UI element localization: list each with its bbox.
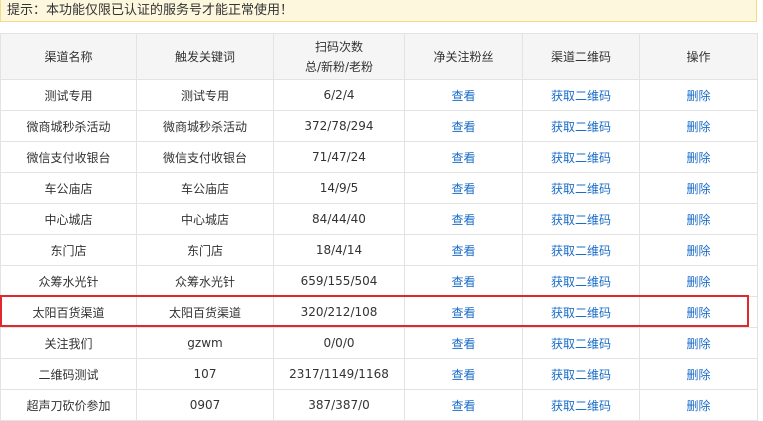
- table-row: 太阳百货渠道 太阳百货渠道 320/212/108 查看 获取二维码 删除: [0, 296, 758, 328]
- get-qrcode-link[interactable]: 获取二维码: [522, 327, 640, 359]
- delete-link[interactable]: 删除: [639, 358, 758, 390]
- trigger-keyword-cell: 微信支付收银台: [136, 141, 274, 173]
- header-scan-count: 扫码次数 总/新粉/老粉: [273, 33, 405, 80]
- trigger-keyword-cell: 0907: [136, 389, 274, 421]
- scan-count-cell: 6/2/4: [273, 79, 405, 111]
- trigger-keyword-cell: 车公庙店: [136, 172, 274, 204]
- channel-name-cell: 中心城店: [0, 203, 137, 235]
- view-fans-link[interactable]: 查看: [404, 265, 523, 297]
- view-fans-link[interactable]: 查看: [404, 203, 523, 235]
- table-row: 微信支付收银台 微信支付收银台 71/47/24 查看 获取二维码 删除: [0, 141, 758, 173]
- scan-count-cell: 0/0/0: [273, 327, 405, 359]
- view-fans-link[interactable]: 查看: [404, 358, 523, 390]
- delete-link[interactable]: 删除: [639, 141, 758, 173]
- delete-link[interactable]: 删除: [639, 265, 758, 297]
- get-qrcode-link[interactable]: 获取二维码: [522, 79, 640, 111]
- trigger-keyword-cell: 中心城店: [136, 203, 274, 235]
- delete-link[interactable]: 删除: [639, 296, 758, 328]
- channel-name-cell: 众筹水光针: [0, 265, 137, 297]
- view-fans-link[interactable]: 查看: [404, 296, 523, 328]
- get-qrcode-link[interactable]: 获取二维码: [522, 358, 640, 390]
- scan-count-cell: 320/212/108: [273, 296, 405, 328]
- table-row: 中心城店 中心城店 84/44/40 查看 获取二维码 删除: [0, 203, 758, 235]
- trigger-keyword-cell: 测试专用: [136, 79, 274, 111]
- delete-link[interactable]: 删除: [639, 110, 758, 142]
- table-row: 二维码测试 107 2317/1149/1168 查看 获取二维码 删除: [0, 358, 758, 390]
- view-fans-link[interactable]: 查看: [404, 110, 523, 142]
- table-row: 微商城秒杀活动 微商城秒杀活动 372/78/294 查看 获取二维码 删除: [0, 110, 758, 142]
- get-qrcode-link[interactable]: 获取二维码: [522, 296, 640, 328]
- header-channel-name: 渠道名称: [0, 33, 137, 80]
- delete-link[interactable]: 删除: [639, 203, 758, 235]
- scan-count-cell: 372/78/294: [273, 110, 405, 142]
- get-qrcode-link[interactable]: 获取二维码: [522, 389, 640, 421]
- channel-name-cell: 超声刀砍价参加: [0, 389, 137, 421]
- delete-link[interactable]: 删除: [639, 234, 758, 266]
- header-channel-qrcode: 渠道二维码: [522, 33, 640, 80]
- view-fans-link[interactable]: 查看: [404, 141, 523, 173]
- scan-count-cell: 84/44/40: [273, 203, 405, 235]
- scan-count-cell: 659/155/504: [273, 265, 405, 297]
- get-qrcode-link[interactable]: 获取二维码: [522, 110, 640, 142]
- trigger-keyword-cell: 微商城秒杀活动: [136, 110, 274, 142]
- scan-count-cell: 14/9/5: [273, 172, 405, 204]
- channel-name-cell: 关注我们: [0, 327, 137, 359]
- notice-banner: 提示：本功能仅限已认证的服务号才能正常使用！: [0, 0, 757, 22]
- channel-name-cell: 太阳百货渠道: [0, 296, 137, 328]
- channel-name-cell: 微信支付收银台: [0, 141, 137, 173]
- header-action: 操作: [639, 33, 758, 80]
- table-row: 车公庙店 车公庙店 14/9/5 查看 获取二维码 删除: [0, 172, 758, 204]
- scan-count-cell: 18/4/14: [273, 234, 405, 266]
- header-scan-count-title: 扫码次数: [314, 39, 363, 54]
- channel-table: 渠道名称 触发关键词 扫码次数 总/新粉/老粉 净关注粉丝 渠道二维码 操作 测…: [0, 33, 758, 421]
- view-fans-link[interactable]: 查看: [404, 327, 523, 359]
- delete-link[interactable]: 删除: [639, 389, 758, 421]
- trigger-keyword-cell: 太阳百货渠道: [136, 296, 274, 328]
- table-row: 关注我们 gzwm 0/0/0 查看 获取二维码 删除: [0, 327, 758, 359]
- view-fans-link[interactable]: 查看: [404, 389, 523, 421]
- scan-count-cell: 387/387/0: [273, 389, 405, 421]
- trigger-keyword-cell: 107: [136, 358, 274, 390]
- scan-count-cell: 2317/1149/1168: [273, 358, 405, 390]
- get-qrcode-link[interactable]: 获取二维码: [522, 234, 640, 266]
- header-net-fans: 净关注粉丝: [404, 33, 523, 80]
- table-row: 测试专用 测试专用 6/2/4 查看 获取二维码 删除: [0, 79, 758, 111]
- channel-name-cell: 车公庙店: [0, 172, 137, 204]
- table-row: 东门店 东门店 18/4/14 查看 获取二维码 删除: [0, 234, 758, 266]
- trigger-keyword-cell: 众筹水光针: [136, 265, 274, 297]
- get-qrcode-link[interactable]: 获取二维码: [522, 203, 640, 235]
- view-fans-link[interactable]: 查看: [404, 234, 523, 266]
- channel-name-cell: 二维码测试: [0, 358, 137, 390]
- trigger-keyword-cell: gzwm: [136, 327, 274, 359]
- channel-name-cell: 微商城秒杀活动: [0, 110, 137, 142]
- get-qrcode-link[interactable]: 获取二维码: [522, 265, 640, 297]
- channel-name-cell: 东门店: [0, 234, 137, 266]
- delete-link[interactable]: 删除: [639, 327, 758, 359]
- channel-name-cell: 测试专用: [0, 79, 137, 111]
- table-row: 超声刀砍价参加 0907 387/387/0 查看 获取二维码 删除: [0, 389, 758, 421]
- delete-link[interactable]: 删除: [639, 79, 758, 111]
- table-row: 众筹水光针 众筹水光针 659/155/504 查看 获取二维码 删除: [0, 265, 758, 297]
- header-scan-count-subtitle: 总/新粉/老粉: [304, 59, 374, 74]
- view-fans-link[interactable]: 查看: [404, 79, 523, 111]
- delete-link[interactable]: 删除: [639, 172, 758, 204]
- get-qrcode-link[interactable]: 获取二维码: [522, 172, 640, 204]
- notice-text: 提示：本功能仅限已认证的服务号才能正常使用！: [7, 3, 294, 18]
- scan-count-cell: 71/47/24: [273, 141, 405, 173]
- table-header-row: 渠道名称 触发关键词 扫码次数 总/新粉/老粉 净关注粉丝 渠道二维码 操作: [0, 33, 758, 80]
- table-body: 测试专用 测试专用 6/2/4 查看 获取二维码 删除 微商城秒杀活动 微商城秒杀活动 372/…: [0, 79, 758, 421]
- header-trigger-keyword: 触发关键词: [136, 33, 274, 80]
- trigger-keyword-cell: 东门店: [136, 234, 274, 266]
- get-qrcode-link[interactable]: 获取二维码: [522, 141, 640, 173]
- view-fans-link[interactable]: 查看: [404, 172, 523, 204]
